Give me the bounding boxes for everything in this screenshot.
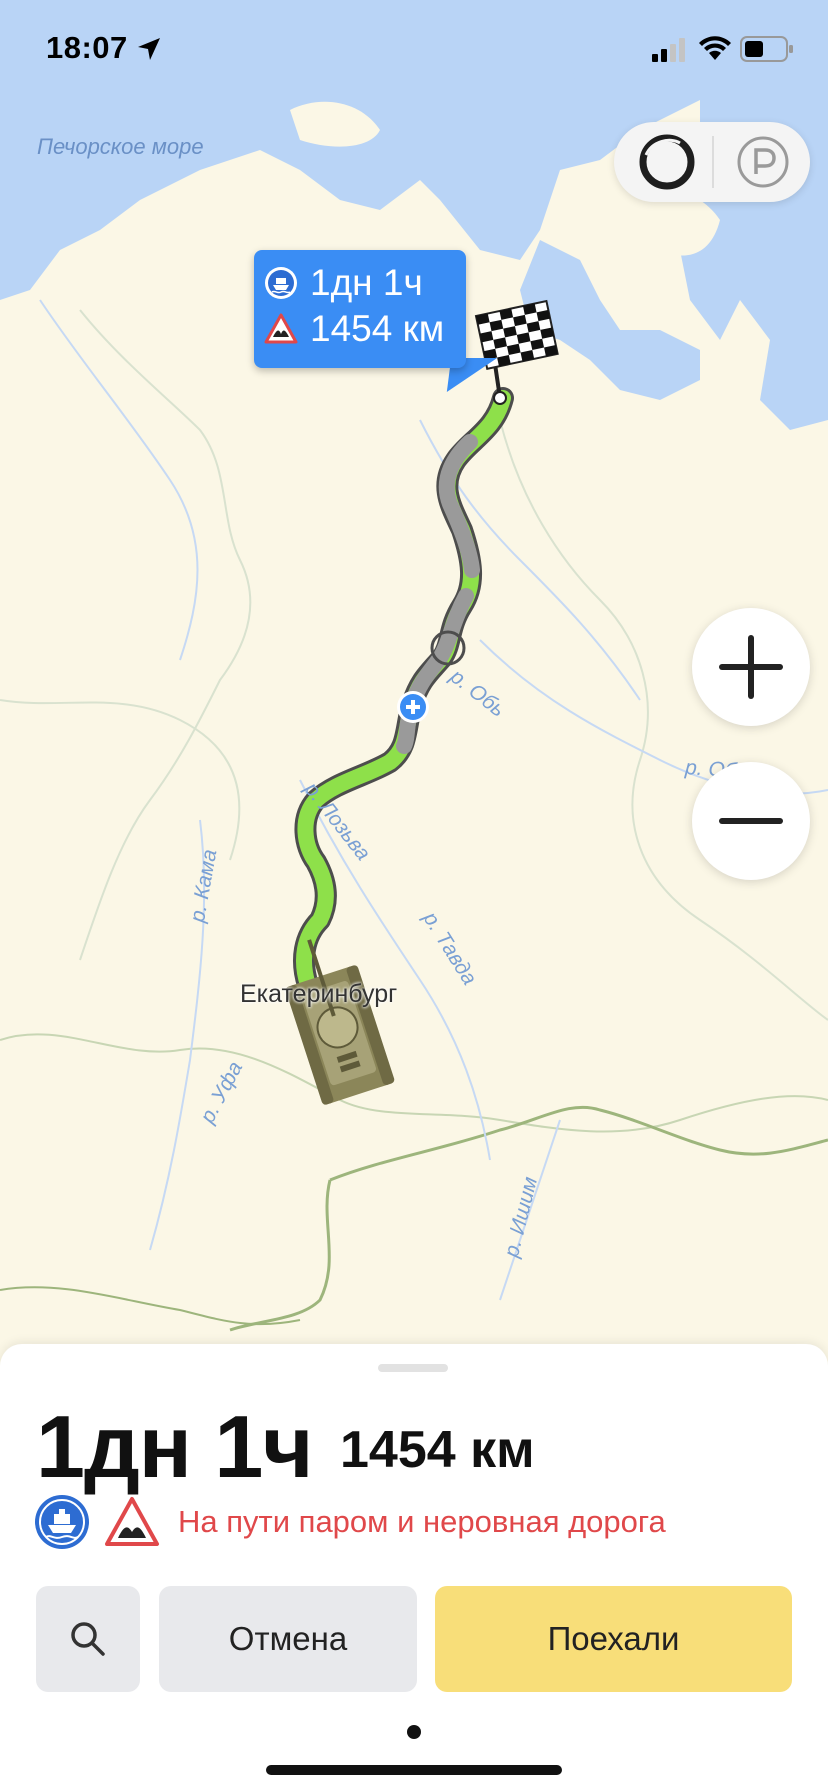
cellular-signal-icon xyxy=(652,38,685,62)
sea-label: Печорское море xyxy=(37,134,204,159)
status-bar: 18:07 xyxy=(0,0,828,100)
alice-button[interactable] xyxy=(622,122,712,202)
search-button[interactable] xyxy=(36,1586,140,1692)
map-top-controls xyxy=(614,122,810,202)
alice-icon xyxy=(639,134,695,190)
zoom-in-button[interactable] xyxy=(692,608,810,726)
route-bubble[interactable]: 1дн 1ч 1454 км xyxy=(254,250,466,368)
divider xyxy=(712,136,714,188)
ferry-icon xyxy=(35,1495,89,1549)
bubble-time-row: 1дн 1ч xyxy=(264,260,423,306)
sheet-grabber[interactable] xyxy=(378,1364,448,1372)
via-point-icon xyxy=(397,691,429,723)
bubble-time: 1дн 1ч xyxy=(310,262,423,303)
route-bottom-sheet: 1дн 1ч 1454 км На пути паром и неровная … xyxy=(0,1344,828,1792)
rough-road-icon xyxy=(105,1497,159,1546)
minus-icon xyxy=(719,818,783,824)
battery-icon xyxy=(740,36,793,62)
warning-text: На пути паром и неровная дорога xyxy=(178,1504,666,1539)
route-warning: На пути паром и неровная дорога xyxy=(34,1492,666,1552)
status-time: 18:07 xyxy=(46,30,128,65)
route-distance: 1454 км xyxy=(340,1421,535,1479)
page-indicator xyxy=(407,1725,421,1739)
zoom-out-button[interactable] xyxy=(692,762,810,880)
route-duration: 1дн 1ч xyxy=(36,1397,313,1496)
home-indicator[interactable] xyxy=(266,1765,562,1775)
location-arrow-icon xyxy=(138,38,160,60)
rough-road-icon xyxy=(264,313,298,344)
bubble-distance: 1454 км xyxy=(310,308,445,349)
bubble-distance-row: 1454 км xyxy=(264,306,444,352)
cancel-button[interactable]: Отмена xyxy=(159,1586,417,1692)
parking-icon xyxy=(737,136,789,188)
city-label[interactable]: Екатеринбург xyxy=(240,980,397,1009)
parking-button[interactable] xyxy=(718,122,808,202)
wifi-icon xyxy=(699,36,731,60)
plus-icon xyxy=(719,635,783,699)
ferry-icon xyxy=(265,267,297,299)
start-navigation-button[interactable]: Поехали xyxy=(435,1586,792,1692)
search-icon xyxy=(71,1622,105,1656)
